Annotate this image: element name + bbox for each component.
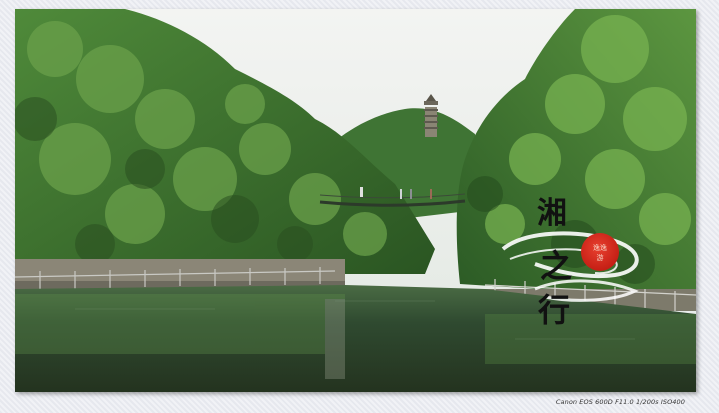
landscape-photo: 湘 之 行 逸逸 游 <box>15 9 696 392</box>
calligraphy-char-2: 之 <box>540 247 572 285</box>
seal-text-bottom: 游 <box>597 253 604 262</box>
exif-caption: Canon EOS 600D F11.0 1/200s ISO400 <box>555 398 685 406</box>
calligraphy-char-3: 行 <box>538 291 570 329</box>
landscape-scene: 湘 之 行 逸逸 游 <box>15 9 696 392</box>
seal-text-top: 逸逸 <box>593 243 607 252</box>
red-seal <box>581 233 619 271</box>
calligraphy-char-1: 湘 <box>537 196 567 231</box>
